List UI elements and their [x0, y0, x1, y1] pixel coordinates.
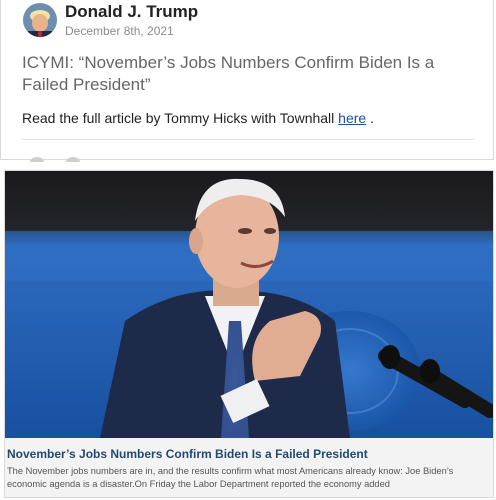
- post-body: Read the full article by Tommy Hicks wit…: [22, 110, 374, 126]
- post-card: Donald J. Trump December 8th, 2021 ICYMI…: [0, 0, 494, 162]
- link-preview-card[interactable]: November’s Jobs Numbers Confirm Biden Is…: [4, 170, 494, 498]
- post-body-suffix: .: [366, 110, 374, 126]
- post-title: ICYMI: “November’s Jobs Numbers Confirm …: [22, 53, 435, 94]
- reaction-icons[interactable]: [29, 154, 99, 162]
- article-link[interactable]: here: [338, 110, 366, 126]
- preview-title[interactable]: November’s Jobs Numbers Confirm Biden Is…: [7, 447, 491, 461]
- post-body-text: Read the full article by Tommy Hicks wit…: [22, 110, 339, 126]
- article-photo: [5, 171, 493, 438]
- divider: [22, 139, 474, 140]
- preview-description: The November jobs numbers are in, and th…: [7, 466, 454, 489]
- author-avatar[interactable]: [23, 3, 57, 37]
- post-date: December 8th, 2021: [65, 24, 174, 38]
- author-name[interactable]: Donald J. Trump: [65, 2, 198, 22]
